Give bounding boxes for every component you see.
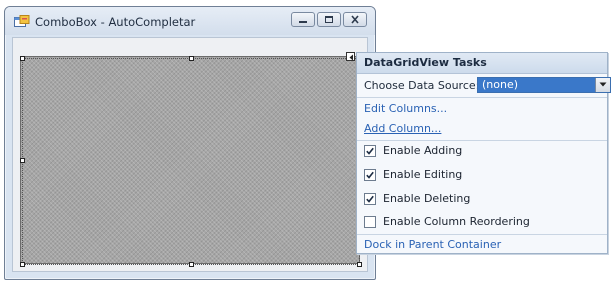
enable-deleting-row[interactable]: Enable Deleting <box>364 190 601 208</box>
caption-buttons <box>291 12 367 27</box>
enable-editing-row[interactable]: Enable Editing <box>364 166 601 184</box>
add-column-row: Add Column... <box>364 120 601 138</box>
checkmark-icon <box>366 195 374 203</box>
enable-adding-row[interactable]: Enable Adding <box>364 142 601 160</box>
resize-handle-bottom-left[interactable] <box>20 262 25 267</box>
checkmark-icon <box>366 147 374 155</box>
smart-tag-arrow-icon <box>349 54 353 61</box>
dock-row: Dock in Parent Container <box>364 236 601 254</box>
enable-adding-label: Enable Adding <box>383 144 463 157</box>
selection-frame <box>22 58 360 265</box>
minimize-button[interactable] <box>291 12 315 27</box>
tasks-panel-title: DataGridView Tasks <box>357 53 607 74</box>
separator <box>357 97 607 98</box>
enable-editing-checkbox[interactable] <box>364 169 376 181</box>
maximize-icon <box>325 16 333 23</box>
dock-in-parent-container-link[interactable]: Dock in Parent Container <box>364 238 501 251</box>
title-bar[interactable]: ComboBox - AutoCompletar <box>5 7 375 35</box>
resize-handle-bottom[interactable] <box>189 262 194 267</box>
enable-deleting-label: Enable Deleting <box>383 192 471 205</box>
chevron-down-icon <box>599 82 607 87</box>
data-source-combobox[interactable]: (none) <box>477 77 611 93</box>
resize-handle-left[interactable] <box>20 158 25 163</box>
checkmark-icon <box>366 171 374 179</box>
resize-handle-bottom-right[interactable] <box>357 262 362 267</box>
maximize-button[interactable] <box>317 12 341 27</box>
resize-handle-top-left[interactable] <box>20 56 25 61</box>
minimize-icon <box>299 21 307 23</box>
data-source-row: Choose Data Source: (none) <box>364 77 611 95</box>
resize-handle-top[interactable] <box>189 56 194 61</box>
data-source-value: (none) <box>482 78 519 91</box>
enable-column-reordering-checkbox[interactable] <box>364 216 376 228</box>
form-app-icon <box>14 15 30 29</box>
add-column-link[interactable]: Add Column... <box>364 122 441 135</box>
edit-columns-row: Edit Columns... <box>364 100 601 118</box>
enable-adding-checkbox[interactable] <box>364 145 376 157</box>
close-button[interactable] <box>343 12 367 27</box>
smart-tag-button[interactable] <box>346 52 355 61</box>
separator <box>357 140 607 141</box>
enable-column-reordering-label: Enable Column Reordering <box>383 215 530 228</box>
tasks-panel: DataGridView Tasks Choose Data Source: (… <box>356 52 611 254</box>
enable-deleting-checkbox[interactable] <box>364 193 376 205</box>
close-icon <box>351 15 359 24</box>
edit-columns-link[interactable]: Edit Columns... <box>364 102 447 115</box>
separator <box>357 234 607 235</box>
data-source-dropdown-button[interactable] <box>595 78 610 92</box>
data-source-label: Choose Data Source: <box>364 79 480 92</box>
enable-editing-label: Enable Editing <box>383 168 463 181</box>
window-title: ComboBox - AutoCompletar <box>35 15 196 29</box>
enable-column-reordering-row[interactable]: Enable Column Reordering <box>364 213 601 231</box>
